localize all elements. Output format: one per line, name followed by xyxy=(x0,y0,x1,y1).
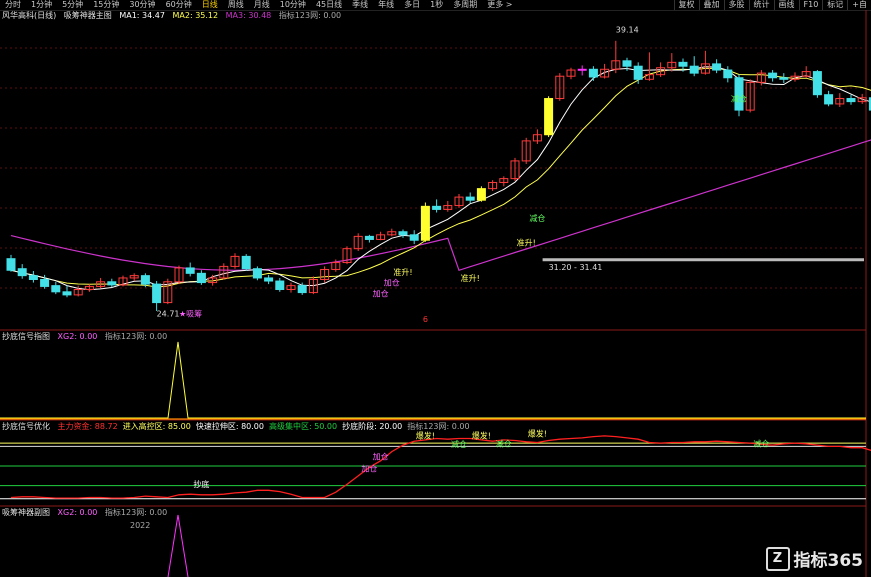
panel3-annotation-8: 抄底 xyxy=(193,479,209,489)
panel3-item-4: 抄底阶段: 20.00 xyxy=(342,422,403,431)
candle-body-35 xyxy=(398,231,408,236)
candle-body-36 xyxy=(409,234,419,241)
ma3-line xyxy=(10,139,871,272)
candle-body-42 xyxy=(476,188,486,201)
candle-body-22 xyxy=(252,268,262,279)
candle-body-68 xyxy=(768,72,778,79)
credit-value: 指标123网: 0.00 xyxy=(278,11,342,20)
panel3-annotation-4: 减仓 xyxy=(496,438,512,448)
candle-body-72 xyxy=(812,71,822,96)
candle-body-13 xyxy=(152,283,162,304)
panel2-signal-line xyxy=(0,341,866,419)
panel4-credit: 指标123网: 0.00 xyxy=(104,508,168,517)
panel3-annotation-1: 爆发! xyxy=(472,431,491,441)
candle-body-0 xyxy=(6,258,16,271)
main-annotation-10: ★吸筹 xyxy=(179,308,202,318)
panel3-annotation-0: 爆发! xyxy=(416,431,435,441)
candle-body-26 xyxy=(297,285,307,294)
main-annotation-1: 24.71 xyxy=(157,309,180,318)
ma1-value: MA1: 34.47 xyxy=(119,11,165,20)
chart-canvas: 39.1424.7131.20 - 31.41准升!准升!准升!减仓减仓加仓加仓… xyxy=(0,10,871,577)
candle-body-5 xyxy=(62,291,72,296)
candle-body-9 xyxy=(107,281,117,286)
main-annotation-11: 6 xyxy=(423,315,428,324)
candle-body-21 xyxy=(241,255,251,270)
panel3-main-line xyxy=(10,435,871,499)
price-level-bar xyxy=(542,258,864,262)
main-annotation-3: 准升! xyxy=(393,267,412,277)
candle-body-64 xyxy=(723,69,733,79)
panel3-item-1: 进入高控区: 85.00 xyxy=(122,422,191,431)
candle-body-61 xyxy=(689,65,699,74)
panel3-item-5: 指标123网: 0.00 xyxy=(407,422,470,431)
candle-body-41 xyxy=(465,196,475,201)
candle-body-55 xyxy=(622,60,632,67)
candle-body-73 xyxy=(824,94,834,105)
panel2-credit: 指标123网: 0.00 xyxy=(104,332,168,341)
panel2-title[interactable]: 抄底信号指图 xyxy=(2,332,50,341)
candle-body-38 xyxy=(432,205,442,210)
candle-body-60 xyxy=(678,61,688,67)
candle-body-4 xyxy=(51,285,61,293)
main-annotation-9: 加仓 xyxy=(384,278,400,288)
panel4-xg: XG2: 0.00 xyxy=(57,508,98,517)
candle-body-12 xyxy=(140,275,150,285)
main-annotation-7: 减仓 xyxy=(529,213,545,223)
main-annotation-2: 31.20 - 31.41 xyxy=(549,263,603,272)
candle-body-56 xyxy=(633,65,643,80)
panel4-signal-line xyxy=(167,514,189,577)
panel3-info-line: 抄底信号优化 主力资金: 88.72 进入高控区: 85.00 快速拉伸区: 80.… xyxy=(2,422,475,432)
panel3-annotation-5: 减仓 xyxy=(753,438,769,448)
site-logo: Z 指标365 xyxy=(765,546,864,571)
logo-mark-icon: Z xyxy=(765,546,790,571)
panel2-info-line: 抄底信号指图 XG2: 0.00 指标123网: 0.00 xyxy=(2,332,172,342)
candle-body-17 xyxy=(196,272,206,284)
stock-title[interactable]: 风华高科(日线) xyxy=(2,11,56,20)
ma3-value: MA3: 30.48 xyxy=(225,11,272,20)
candle-body-63 xyxy=(712,63,722,71)
candle-body-23 xyxy=(264,277,274,282)
candle-body-32 xyxy=(364,235,374,240)
main-annotation-4: 准升! xyxy=(461,273,480,283)
panel3-annotation-3: 减仓 xyxy=(451,439,467,449)
candle-body-1 xyxy=(17,268,27,277)
candle-body-51 xyxy=(577,68,587,71)
candle-body-37 xyxy=(420,205,430,241)
panel2-xg: XG2: 0.00 xyxy=(57,332,98,341)
ma2-value: MA2: 35.12 xyxy=(172,11,219,20)
candle-body-75 xyxy=(846,98,856,103)
panel3-annotation-7: 加仓 xyxy=(361,463,377,473)
candle-body-69 xyxy=(779,77,789,80)
main-annotation-8: 加仓 xyxy=(373,288,389,298)
indicator-name[interactable]: 吸筹神器主图 xyxy=(64,11,112,20)
panel3-item-2: 快速拉伸区: 80.00 xyxy=(195,422,264,431)
panel3-annotation-2: 爆发! xyxy=(528,429,547,439)
logo-text: 指标365 xyxy=(793,551,864,571)
main-annotation-0: 39.14 xyxy=(616,25,639,34)
panel4-title[interactable]: 吸筹神器副图 xyxy=(2,508,50,517)
candle-body-16 xyxy=(185,267,195,274)
main-annotation-5: 准升! xyxy=(517,238,536,248)
candle-body-24 xyxy=(275,280,285,290)
candle-body-48 xyxy=(544,98,554,136)
candle-body-52 xyxy=(588,68,598,78)
panel4-info-line: 吸筹神器副图 XG2: 0.00 指标123网: 0.00 xyxy=(2,508,172,518)
year-label: 2022 xyxy=(130,521,151,530)
panel3-annotation-6: 加仓 xyxy=(373,451,389,461)
panel3-title[interactable]: 抄底信号优化 xyxy=(2,422,50,431)
panel3-item-3: 高级集中区: 50.00 xyxy=(268,422,338,431)
candle-body-2 xyxy=(28,275,38,280)
main-info-line: 风华高科(日线) 吸筹神器主图 MA1: 34.47 MA2: 35.12 MA… xyxy=(2,11,346,21)
main-annotation-6: 减仓 xyxy=(731,94,747,104)
candle-body-3 xyxy=(40,278,50,287)
panel3-item-0: 主力资金: 88.72 xyxy=(57,422,118,431)
